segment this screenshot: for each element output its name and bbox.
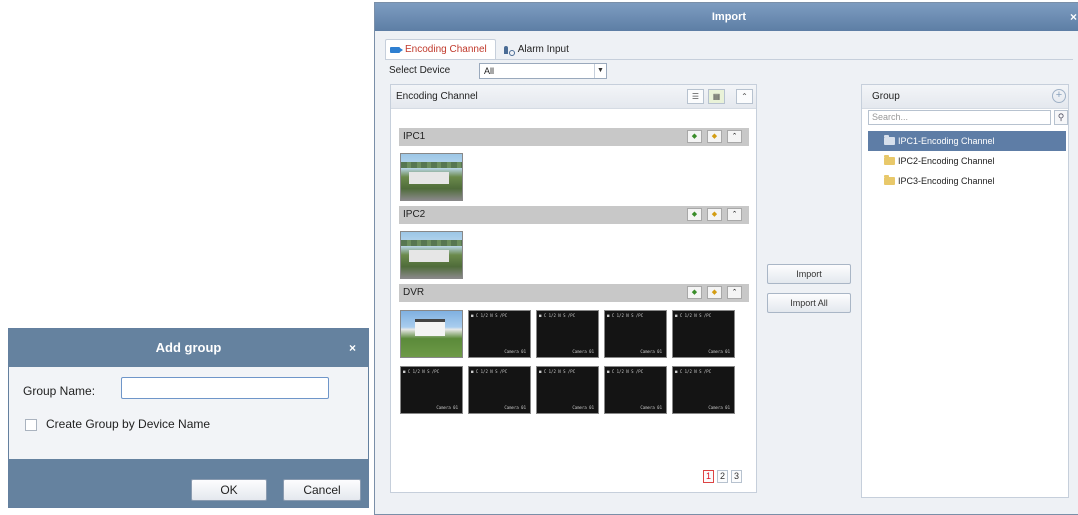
folder-icon — [884, 155, 895, 165]
group-title: Group — [872, 91, 900, 102]
device-name: IPC1 — [403, 131, 426, 142]
group-header: Group + — [862, 85, 1068, 109]
import-tabs: Encoding Channel Alarm Input — [385, 39, 578, 59]
device-name: DVR — [403, 287, 425, 298]
chevron-down-icon[interactable]: ▼ — [594, 64, 606, 78]
channel-thumbnail[interactable] — [400, 310, 463, 358]
folder-add-icon[interactable]: ◆ — [707, 286, 722, 299]
camera-icon — [390, 46, 403, 53]
select-device-value: All — [484, 66, 495, 76]
group-panel: Group + Search... ⚲ IPC1-Encoding Channe… — [861, 84, 1069, 498]
device-bar-dvr[interactable]: DVR ◆ ◆ ⌃ — [399, 284, 749, 302]
encoding-channel-panel: Encoding Channel ☰ ▦ ⌃ IPC1 ◆ ◆ ⌃ IPC2 ◆… — [390, 84, 757, 493]
add-group-title: Add group — [155, 340, 222, 355]
cancel-button[interactable]: Cancel — [283, 479, 361, 501]
tab-encoding-channel[interactable]: Encoding Channel — [385, 39, 496, 59]
create-group-by-device-label: Create Group by Device Name — [46, 417, 211, 431]
channel-thumbnail[interactable]: ■ C 1/2 N S /PC Camera 01 — [672, 366, 735, 414]
group-item-ipc2[interactable]: IPC2-Encoding Channel — [868, 151, 1066, 171]
pagination: 1 2 3 — [703, 470, 742, 483]
group-item-label: IPC1-Encoding Channel — [898, 136, 995, 146]
refresh-icon[interactable]: ◆ — [687, 286, 702, 299]
channel-thumbnail[interactable]: ■ C 1/2 N S /PC Camera 01 — [468, 366, 531, 414]
folder-add-icon[interactable]: ◆ — [707, 130, 722, 143]
group-item-ipc3[interactable]: IPC3-Encoding Channel — [868, 171, 1066, 191]
add-group-icon[interactable]: + — [1052, 89, 1066, 103]
channel-thumbnail[interactable]: ■ C 1/2 N S /PC Camera 01 — [468, 310, 531, 358]
import-title: Import — [711, 11, 747, 23]
collapse-icon[interactable]: ⌃ — [727, 286, 742, 299]
search-icon[interactable]: ⚲ — [1054, 110, 1068, 125]
add-group-dialog: Add group × Group Name: Create Group by … — [8, 328, 369, 508]
channel-thumbnail[interactable] — [400, 153, 463, 201]
refresh-icon[interactable]: ◆ — [687, 130, 702, 143]
folder-add-icon[interactable]: ◆ — [707, 208, 722, 221]
folder-icon — [884, 135, 895, 145]
collapse-icon[interactable]: ⌃ — [727, 208, 742, 221]
create-group-by-device-checkbox[interactable] — [25, 419, 37, 431]
channel-thumbnail[interactable]: ■ C 1/2 N S /PC Camera 01 — [536, 366, 599, 414]
page-button-2[interactable]: 2 — [717, 470, 728, 483]
close-icon[interactable]: × — [1070, 3, 1077, 31]
close-icon[interactable]: × — [349, 329, 356, 367]
import-all-button[interactable]: Import All — [767, 293, 851, 313]
channel-thumbnail[interactable]: ■ C 1/2 N S /PC Camera 01 — [672, 310, 735, 358]
channel-thumbnail[interactable]: ■ C 1/2 N S /PC Camera 01 — [536, 310, 599, 358]
tab-label: Alarm Input — [517, 44, 569, 55]
select-device-label: Select Device — [389, 65, 451, 76]
channel-thumbnail[interactable]: ■ C 1/2 N S /PC Camera 01 — [604, 366, 667, 414]
device-bar-ipc2[interactable]: IPC2 ◆ ◆ ⌃ — [399, 206, 749, 224]
import-window: Import × Encoding Channel Alarm Input Se… — [374, 2, 1078, 515]
import-title-bar: Import × — [375, 3, 1078, 31]
group-name-input[interactable] — [121, 377, 329, 399]
tab-divider — [385, 59, 1073, 60]
encoding-channel-header: Encoding Channel ☰ ▦ ⌃ — [391, 85, 756, 109]
thumbnail-view-icon[interactable]: ▦ — [708, 89, 725, 104]
page-button-1[interactable]: 1 — [703, 470, 714, 483]
refresh-icon[interactable]: ◆ — [687, 208, 702, 221]
group-search-input[interactable]: Search... — [868, 110, 1051, 125]
ok-button[interactable]: OK — [191, 479, 267, 501]
tab-alarm-input[interactable]: Alarm Input — [498, 39, 578, 59]
select-device-dropdown[interactable]: All ▼ — [479, 63, 607, 79]
group-item-ipc1[interactable]: IPC1-Encoding Channel — [868, 131, 1066, 151]
encoding-channel-title: Encoding Channel — [396, 91, 478, 102]
alarm-icon — [503, 45, 515, 56]
import-button[interactable]: Import — [767, 264, 851, 284]
group-name-label: Group Name: — [23, 384, 96, 398]
collapse-icon[interactable]: ⌃ — [727, 130, 742, 143]
list-view-icon[interactable]: ☰ — [687, 89, 704, 104]
device-bar-ipc1[interactable]: IPC1 ◆ ◆ ⌃ — [399, 128, 749, 146]
device-name: IPC2 — [403, 209, 426, 220]
group-item-label: IPC3-Encoding Channel — [898, 176, 995, 186]
folder-icon — [884, 175, 895, 185]
page-button-3[interactable]: 3 — [731, 470, 742, 483]
channel-thumbnail[interactable]: ■ C 1/2 N S /PC Camera 01 — [400, 366, 463, 414]
tab-label: Encoding Channel — [405, 44, 487, 55]
channel-thumbnail[interactable]: ■ C 1/2 N S /PC Camera 01 — [604, 310, 667, 358]
channel-thumbnail[interactable] — [400, 231, 463, 279]
add-group-title-bar: Add group × — [9, 329, 368, 367]
collapse-icon[interactable]: ⌃ — [736, 89, 753, 104]
group-item-label: IPC2-Encoding Channel — [898, 156, 995, 166]
